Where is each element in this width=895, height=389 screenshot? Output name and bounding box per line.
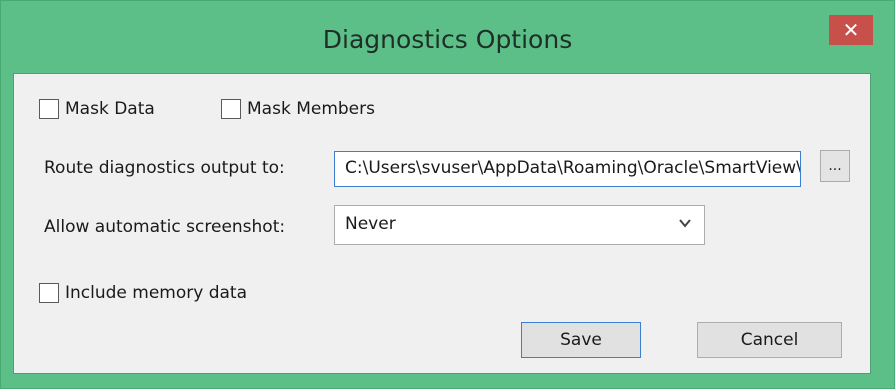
close-button[interactable]: ✕ bbox=[829, 15, 873, 45]
title-bar[interactable]: Diagnostics Options ✕ bbox=[1, 1, 894, 71]
close-icon: ✕ bbox=[842, 18, 860, 42]
route-output-label: Route diagnostics output to: bbox=[44, 158, 285, 178]
mask-data-label: Mask Data bbox=[65, 99, 155, 119]
dialog-body: Mask Data Mask Members Route diagnostics… bbox=[13, 73, 871, 374]
dialog-title: Diagnostics Options bbox=[322, 25, 573, 54]
output-path-field[interactable]: C:\Users\svuser\AppData\Roaming\Oracle\S… bbox=[334, 151, 801, 187]
screenshot-select[interactable]: Never bbox=[334, 205, 705, 245]
cancel-button[interactable]: Cancel bbox=[697, 322, 842, 358]
browse-button[interactable]: ... bbox=[820, 150, 850, 182]
screenshot-selected-value: Never bbox=[345, 214, 396, 234]
mask-data-option[interactable]: Mask Data bbox=[39, 99, 155, 119]
include-memory-label: Include memory data bbox=[65, 283, 248, 303]
dialog-window: Diagnostics Options ✕ Mask Data Mask Mem… bbox=[0, 0, 895, 389]
include-memory-option[interactable]: Include memory data bbox=[39, 283, 247, 303]
save-button[interactable]: Save bbox=[521, 322, 641, 358]
screenshot-label: Allow automatic screenshot: bbox=[44, 217, 286, 237]
mask-members-option[interactable]: Mask Members bbox=[221, 99, 375, 119]
mask-data-checkbox[interactable] bbox=[39, 99, 59, 119]
include-memory-checkbox[interactable] bbox=[39, 283, 59, 303]
chevron-down-icon bbox=[679, 219, 691, 228]
mask-members-checkbox[interactable] bbox=[221, 99, 241, 119]
mask-members-label: Mask Members bbox=[247, 99, 375, 119]
